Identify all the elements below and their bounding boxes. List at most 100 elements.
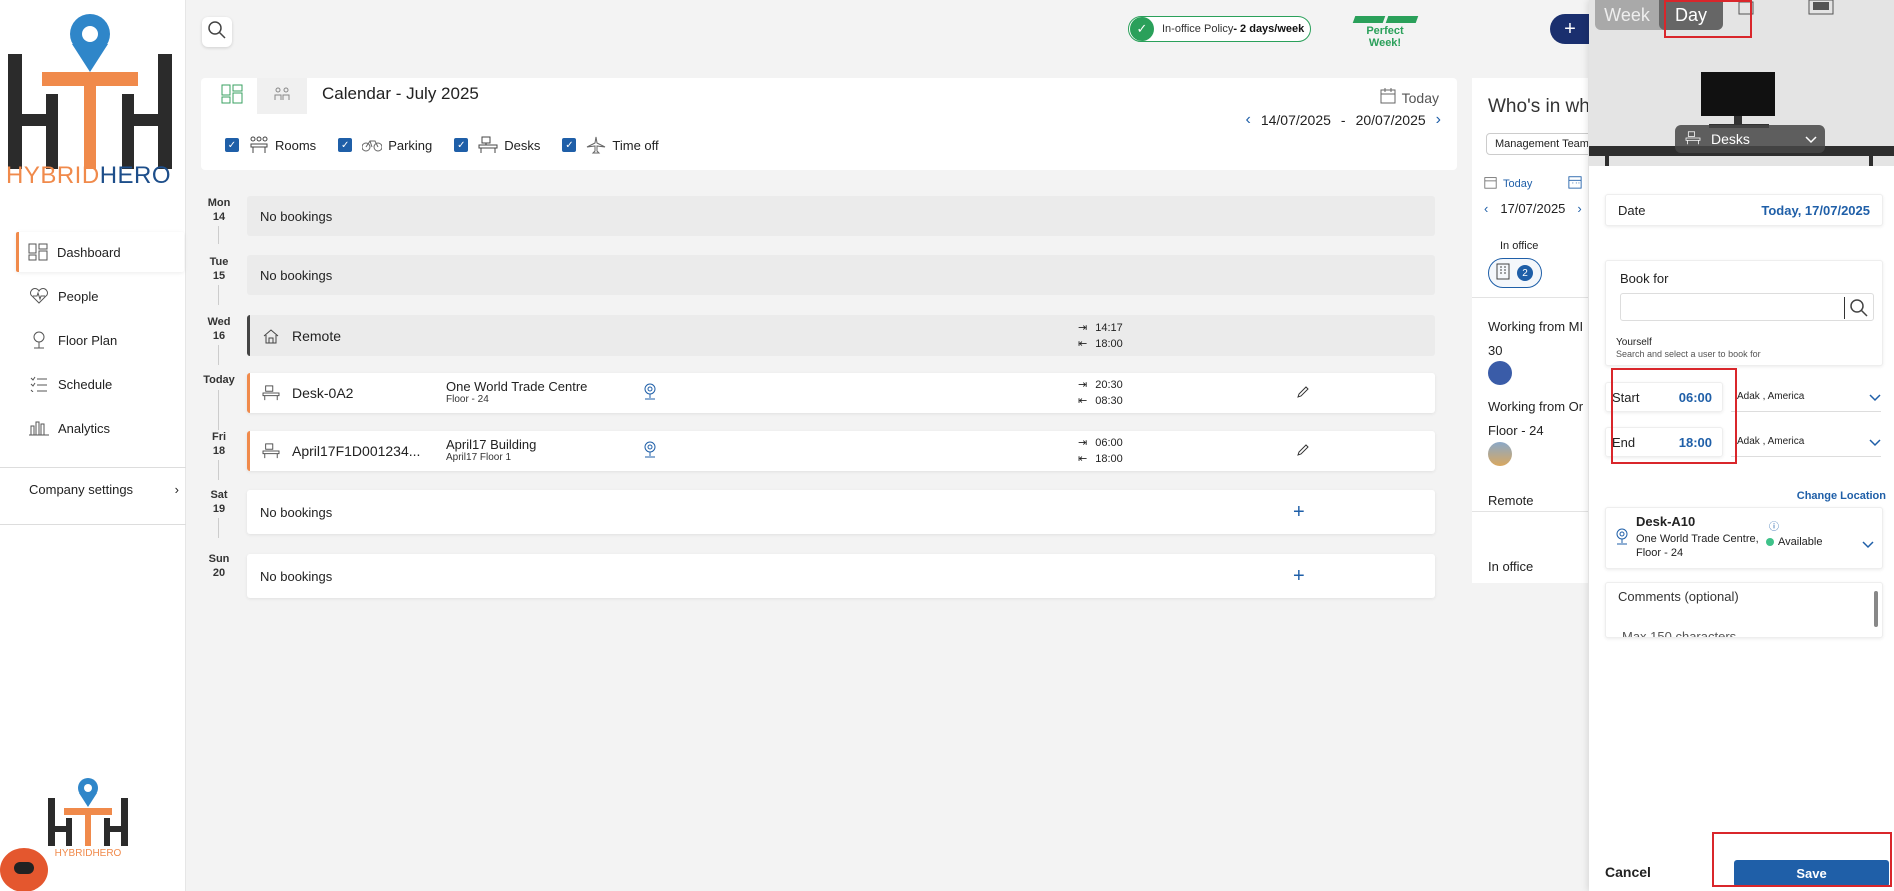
resource-type-dropdown[interactable]: Desks	[1675, 125, 1825, 153]
chevron-right-icon[interactable]: ›	[1577, 201, 1581, 216]
info-icon[interactable]: ⓘ	[1769, 518, 1779, 533]
booking-name: Desk-0A2	[292, 385, 354, 401]
search-button[interactable]	[202, 17, 232, 47]
end-timezone-select[interactable]: Adak , America	[1731, 427, 1881, 457]
avatar[interactable]	[1488, 361, 1512, 385]
book-for-search-input[interactable]	[1620, 293, 1874, 321]
comments-label: Comments (optional)	[1618, 589, 1739, 604]
selected-user: Yourself	[1616, 337, 1652, 348]
booking-panel: Week Day Desks Date Today, 17/07/2025 Bo…	[1589, 0, 1894, 891]
sidebar-item-people[interactable]: People	[0, 276, 186, 316]
chat-icon	[13, 861, 35, 880]
team-icon	[273, 86, 291, 107]
who-today-button[interactable]: Today	[1484, 175, 1582, 192]
view-toggle	[207, 78, 307, 114]
grid-icon	[221, 84, 243, 109]
highlight-box	[1611, 368, 1737, 464]
who-date-nav: ‹ 17/07/2025 ›	[1484, 201, 1582, 216]
sidebar-item-schedule[interactable]: Schedule	[0, 364, 186, 404]
map-pin-icon[interactable]	[642, 441, 658, 462]
company-settings-label: Company settings	[29, 482, 134, 497]
no-bookings-text: No bookings	[260, 208, 333, 224]
date-field[interactable]: Date Today, 17/07/2025	[1605, 194, 1883, 226]
selected-desk-card[interactable]: Desk-A10 One World Trade Centre, Floor - …	[1605, 507, 1883, 569]
desk-icon	[262, 385, 280, 401]
nav-divider	[0, 467, 186, 468]
desk-icon	[478, 136, 498, 154]
tab-week[interactable]: Week	[1595, 0, 1659, 30]
calendar-icon[interactable]	[1568, 175, 1582, 192]
change-location-link[interactable]: Change Location	[1797, 490, 1886, 502]
plus-icon[interactable]: +	[1293, 501, 1305, 524]
booking-row-april17[interactable]: April17F1D001234... April17 Building Apri…	[247, 431, 1435, 471]
team-view-button[interactable]	[257, 78, 307, 114]
checkbox-checked[interactable]: ✓	[562, 138, 577, 152]
desk-icon	[262, 443, 280, 459]
divider	[1472, 511, 1588, 512]
plus-icon[interactable]: +	[1293, 565, 1305, 588]
today-button[interactable]: Today	[1380, 88, 1439, 107]
company-settings-link[interactable]: Company settings ›	[29, 482, 179, 497]
chat-button[interactable]	[0, 848, 48, 891]
no-bookings-text: No bookings	[260, 504, 333, 520]
day-row-sat: No bookings +	[247, 490, 1435, 534]
check-in-icon: ⇥	[1078, 437, 1088, 449]
avatar[interactable]	[1488, 442, 1512, 466]
chevron-right-icon[interactable]: ›	[1436, 111, 1441, 129]
sidebar-item-floor-plan[interactable]: Floor Plan	[0, 320, 186, 360]
day-line	[218, 390, 219, 430]
start-timezone-select[interactable]: Adak , America	[1731, 382, 1881, 412]
book-for-label: Book for	[1620, 271, 1669, 286]
filter-rooms[interactable]: ✓ Rooms	[225, 136, 316, 154]
sidebar-item-analytics[interactable]: Analytics	[0, 408, 186, 448]
sidebar-item-label: People	[58, 288, 99, 304]
chevron-left-icon[interactable]: ‹	[1484, 201, 1488, 216]
filter-parking[interactable]: ✓ Parking	[338, 138, 432, 153]
policy-value: - 2 days/week	[1233, 23, 1305, 35]
perfect-week-badge: Perfect Week!	[1350, 16, 1420, 49]
timezone-label: Adak , America	[1737, 436, 1805, 447]
dashboard-icon	[27, 243, 49, 261]
date-range: ‹ 14/07/2025 - 20/07/2025 ›	[1246, 111, 1441, 129]
search-icon[interactable]	[1844, 297, 1869, 319]
building-icon	[1495, 262, 1511, 285]
comments-field[interactable]: Comments (optional) Max 150 characters	[1605, 582, 1883, 638]
day-line	[218, 285, 219, 305]
booking-row-desk-0a2[interactable]: Desk-0A2 One World Trade Centre Floor - 2…	[247, 373, 1435, 413]
map-pin-icon[interactable]	[642, 383, 658, 404]
svg-text:HYBRIDHERO: HYBRIDHERO	[55, 848, 122, 858]
booking-times: ⇥ 14:17 ⇤ 18:00	[1078, 321, 1123, 350]
grid-view-button[interactable]	[207, 78, 257, 114]
day-row-sun: No bookings +	[247, 554, 1435, 598]
who-date: 17/07/2025	[1500, 201, 1566, 216]
edit-icon[interactable]	[1296, 385, 1310, 402]
day-line	[218, 226, 219, 244]
checkbox-checked[interactable]: ✓	[338, 138, 353, 152]
filter-desks[interactable]: ✓ Desks	[454, 136, 540, 154]
sidebar-item-dashboard[interactable]: Dashboard	[16, 232, 184, 272]
day-label-mon: Mon 14	[207, 197, 231, 223]
people-icon	[28, 287, 50, 305]
booking-row-remote[interactable]: Remote ⇥ 14:17 ⇤ 18:00	[247, 315, 1435, 356]
plane-icon	[586, 136, 606, 154]
scrollbar[interactable]	[1874, 591, 1878, 627]
filter-label: Parking	[388, 137, 433, 153]
sidebar: HYBRIDHERO Dashboard People Floor Plan S…	[0, 0, 186, 891]
timezone-label: Adak , America	[1737, 391, 1805, 402]
cancel-button[interactable]: Cancel	[1605, 864, 1651, 880]
filter-time-off[interactable]: ✓ Time off	[562, 136, 659, 154]
sidebar-item-label: Schedule	[58, 376, 113, 392]
checkbox-checked[interactable]: ✓	[454, 138, 469, 152]
edit-icon[interactable]	[1296, 443, 1310, 460]
add-booking-button[interactable]: +	[1550, 14, 1590, 44]
chevron-left-icon[interactable]: ‹	[1246, 111, 1251, 129]
bike-icon	[362, 138, 383, 152]
in-office-2: In office	[1488, 559, 1534, 574]
checkbox-checked[interactable]: ✓	[225, 138, 239, 152]
hybridhero-small-logo: HYBRIDHERO	[48, 778, 128, 858]
in-office-chip[interactable]: 2	[1488, 258, 1542, 288]
team-select[interactable]: Management Team	[1486, 133, 1588, 155]
map-pin-icon	[28, 331, 50, 349]
map-pin-icon	[1614, 528, 1630, 551]
chevron-down-icon[interactable]	[1862, 536, 1874, 552]
